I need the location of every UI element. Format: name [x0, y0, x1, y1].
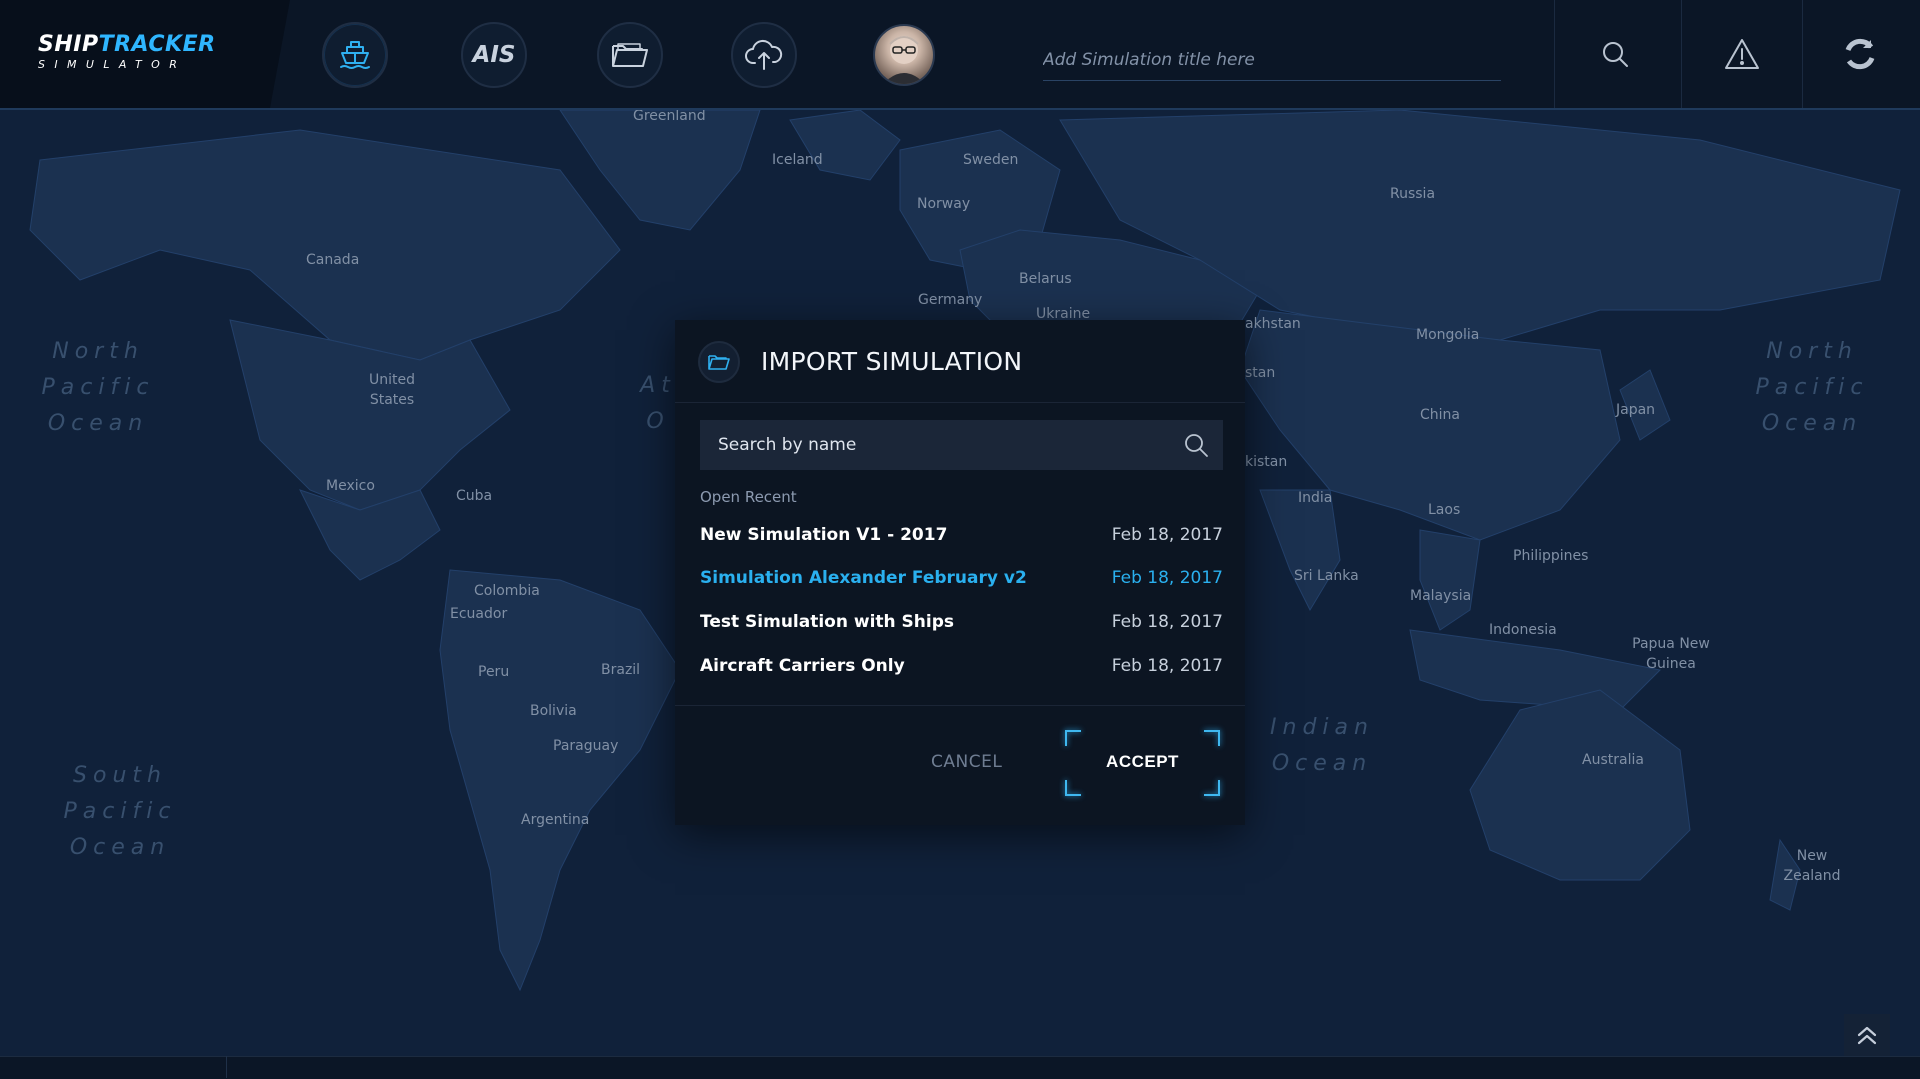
- map-label: stan: [1245, 365, 1276, 381]
- map-label: Colombia: [474, 583, 540, 599]
- dialog-header: IMPORT SIMULATION: [675, 320, 1245, 403]
- recent-item-date: Feb 18, 2017: [1111, 656, 1223, 676]
- map-label: United States: [369, 372, 415, 408]
- nav-ais-button[interactable]: AIS: [461, 22, 527, 88]
- toolbar-divider: [1554, 0, 1555, 108]
- bottom-divider: [226, 1056, 227, 1078]
- sync-button[interactable]: [1830, 24, 1890, 84]
- nav-folder-button[interactable]: [597, 22, 663, 88]
- map-label: Argentina: [521, 812, 590, 828]
- ocean-label: North Pacific Ocean: [41, 339, 155, 436]
- ocean-label: South Pacific Ocean: [63, 763, 177, 860]
- nav-cloud-upload-button[interactable]: [731, 22, 797, 88]
- scroll-up-button[interactable]: [1844, 1014, 1890, 1056]
- open-recent-label: Open Recent: [700, 488, 797, 506]
- toolbar-divider: [1802, 0, 1803, 108]
- cloud-upload-icon: [745, 39, 783, 70]
- simulation-title-input[interactable]: [1043, 40, 1501, 81]
- map-label: Canada: [306, 252, 360, 268]
- warning-button[interactable]: [1712, 24, 1772, 84]
- folder-icon: [708, 355, 730, 370]
- dialog-folder-badge: [698, 341, 740, 383]
- recent-item[interactable]: New Simulation V1 - 2017 Feb 18, 2017: [700, 525, 1223, 551]
- import-simulation-dialog: IMPORT SIMULATION Open Recent New Simula…: [675, 320, 1245, 825]
- map-label: Australia: [1582, 752, 1644, 768]
- recent-item-date: Feb 18, 2017: [1111, 525, 1223, 545]
- toolbar-divider: [1681, 0, 1682, 108]
- map-label: akhstan: [1245, 316, 1301, 332]
- map-label: Russia: [1390, 186, 1436, 202]
- logo-text-tracker: TRACKER: [98, 32, 216, 57]
- map-label: Norway: [917, 196, 971, 212]
- recent-item-name: New Simulation V1 - 2017: [700, 525, 948, 545]
- accept-corner-bracket: [1065, 730, 1081, 746]
- map-label: Cuba: [456, 488, 493, 504]
- map-label: kistan: [1245, 454, 1288, 470]
- warning-icon: [1725, 39, 1759, 69]
- recent-item[interactable]: Test Simulation with Ships Feb 18, 2017: [700, 612, 1223, 638]
- map-label: New Zealand: [1783, 848, 1841, 884]
- map-label: Peru: [478, 664, 510, 680]
- app-logo: SHIPTRACKER SIMULATOR: [38, 33, 216, 72]
- dialog-divider: [675, 705, 1245, 706]
- accept-button[interactable]: ACCEPT: [1065, 730, 1220, 796]
- map-label: Mexico: [326, 478, 375, 494]
- map-label: Mongolia: [1416, 327, 1480, 343]
- top-bar: SHIPTRACKER SIMULATOR AIS: [0, 0, 1920, 110]
- map-label: China: [1420, 407, 1460, 423]
- accept-label: ACCEPT: [1106, 752, 1179, 771]
- accept-corner-bracket: [1204, 780, 1220, 796]
- map-label: India: [1298, 490, 1333, 506]
- map-label: Papua New Guinea: [1632, 636, 1710, 672]
- recent-item[interactable]: Aircraft Carriers Only Feb 18, 2017: [700, 656, 1223, 682]
- recent-item-name: Aircraft Carriers Only: [700, 656, 905, 676]
- search-icon[interactable]: [1183, 432, 1209, 458]
- map-label: Bolivia: [530, 703, 577, 719]
- ais-icon: AIS: [472, 42, 516, 68]
- logo-subtitle: SIMULATOR: [38, 58, 187, 71]
- map-label: Brazil: [601, 662, 641, 678]
- map-label: Greenland: [633, 108, 706, 124]
- cancel-button[interactable]: CANCEL: [931, 752, 1002, 772]
- ocean-label: North Pacific Ocean: [1755, 339, 1869, 436]
- map-label: Laos: [1428, 502, 1461, 518]
- double-chevron-up-icon: [1857, 1026, 1877, 1045]
- map-label: Ecuador: [450, 606, 508, 622]
- search-box: [700, 420, 1223, 470]
- map-label: Sweden: [963, 152, 1019, 168]
- recent-item-name: Simulation Alexander February v2: [700, 568, 1027, 588]
- nav-ship-button[interactable]: [322, 22, 388, 88]
- map-label: Malaysia: [1410, 588, 1472, 604]
- sync-icon: [1845, 38, 1875, 70]
- bottom-bar: [0, 1056, 1920, 1079]
- logo-text-ship: SHIP: [38, 32, 99, 57]
- map-label: Germany: [918, 292, 983, 308]
- user-photo-icon: [883, 36, 925, 84]
- recent-item-date: Feb 18, 2017: [1111, 612, 1223, 632]
- map-label: Paraguay: [553, 738, 619, 754]
- search-input[interactable]: [700, 420, 1160, 470]
- user-avatar[interactable]: [873, 24, 935, 86]
- map-label: Philippines: [1513, 548, 1589, 564]
- accept-corner-bracket: [1065, 780, 1081, 796]
- ocean-label: Indian Ocean: [1270, 715, 1374, 776]
- map-label: Japan: [1616, 402, 1656, 418]
- search-button[interactable]: [1585, 24, 1645, 84]
- dialog-title: IMPORT SIMULATION: [761, 347, 1023, 376]
- map-label: Sri Lanka: [1294, 568, 1359, 584]
- recent-item-name: Test Simulation with Ships: [700, 612, 955, 632]
- folder-icon: [612, 43, 648, 67]
- recent-item-selected[interactable]: Simulation Alexander February v2 Feb 18,…: [700, 568, 1223, 594]
- map-label: Belarus: [1019, 271, 1072, 287]
- recent-item-date: Feb 18, 2017: [1111, 568, 1223, 588]
- ship-icon: [340, 41, 370, 69]
- map-label: Indonesia: [1489, 622, 1557, 638]
- search-icon: [1603, 42, 1628, 67]
- map-label: Iceland: [772, 152, 823, 168]
- accept-corner-bracket: [1204, 730, 1220, 746]
